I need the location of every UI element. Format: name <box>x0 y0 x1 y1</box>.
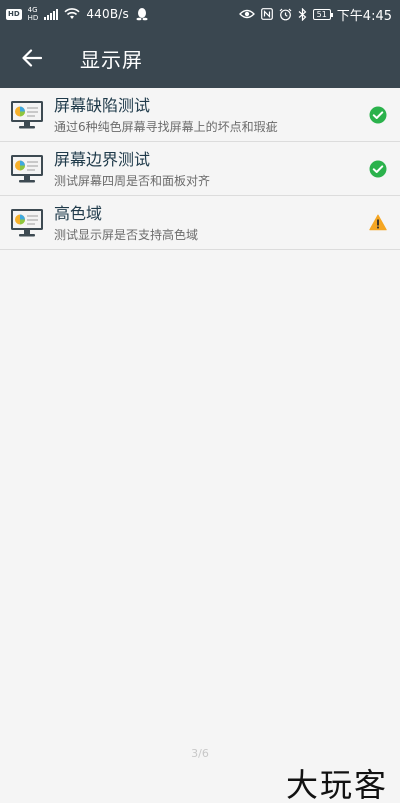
item-status <box>356 106 400 124</box>
arrow-left-icon <box>22 49 42 67</box>
item-status <box>356 214 400 231</box>
clock: 下午4:45 <box>336 8 392 24</box>
alarm-icon <box>279 8 292 20</box>
back-button[interactable] <box>0 28 64 88</box>
monitor-icon <box>11 208 43 236</box>
item-title: 高色域 <box>54 203 103 223</box>
battery-icon: 51 <box>312 8 334 20</box>
page-indicator: 3/6 <box>191 747 209 760</box>
item-subtitle: 测试显示屏是否支持高色域 <box>54 227 199 242</box>
watermark: 大玩客 <box>285 766 388 803</box>
item-subtitle: 测试屏幕四周是否和面板对齐 <box>54 173 211 188</box>
item-icon <box>0 142 54 196</box>
item-texts: 屏幕边界测试 测试屏幕四周是否和面板对齐 <box>54 149 356 189</box>
nfc-icon <box>260 8 273 20</box>
page-title: 显示屏 <box>80 47 143 72</box>
list-item-wide-color-gamut[interactable]: 高色域 测试显示屏是否支持高色域 <box>0 196 400 250</box>
network-type-bottom: HD <box>27 14 39 22</box>
check-circle-icon <box>369 160 387 177</box>
item-title: 屏幕缺陷测试 <box>54 95 151 115</box>
check-circle-icon <box>369 106 387 123</box>
network-speed: 440B/s <box>86 7 129 21</box>
status-bar-left: HD 4G HD 440B/s <box>6 6 149 22</box>
list-item-screen-defect-test[interactable]: 屏幕缺陷测试 通过6种纯色屏幕寻找屏幕上的坏点和瑕疵 <box>0 88 400 142</box>
monitor-icon <box>11 154 43 182</box>
item-icon <box>0 196 54 250</box>
monitor-icon <box>11 100 43 128</box>
bluetooth-icon <box>298 7 306 21</box>
item-status <box>356 160 400 178</box>
app-bar: 显示屏 <box>0 28 400 88</box>
screen: HD 4G HD 440B/s 51 下午4:45 显示屏 屏幕缺陷测试 通过6… <box>0 0 400 803</box>
wifi-icon <box>64 8 80 19</box>
qq-penguin-icon <box>136 8 148 21</box>
network-type-top: 4G <box>27 6 38 14</box>
network-type: 4G HD <box>28 6 39 22</box>
item-icon <box>0 88 54 142</box>
status-bar-right: 51 下午4:45 <box>238 5 392 24</box>
item-texts: 屏幕缺陷测试 通过6种纯色屏幕寻找屏幕上的坏点和瑕疵 <box>54 95 356 135</box>
item-subtitle: 通过6种纯色屏幕寻找屏幕上的坏点和瑕疵 <box>54 119 278 134</box>
test-list: 屏幕缺陷测试 通过6种纯色屏幕寻找屏幕上的坏点和瑕疵 屏幕边界测试 测试屏幕四周… <box>0 88 400 250</box>
eye-comfort-icon <box>238 9 255 19</box>
item-title: 屏幕边界测试 <box>54 149 151 169</box>
signal-icon <box>44 8 59 20</box>
hd-badge: HD <box>6 8 22 20</box>
warning-triangle-icon <box>369 214 387 231</box>
status-bar: HD 4G HD 440B/s 51 下午4:45 <box>0 0 400 28</box>
item-texts: 高色域 测试显示屏是否支持高色域 <box>54 203 356 243</box>
list-item-screen-boundary-test[interactable]: 屏幕边界测试 测试屏幕四周是否和面板对齐 <box>0 142 400 196</box>
